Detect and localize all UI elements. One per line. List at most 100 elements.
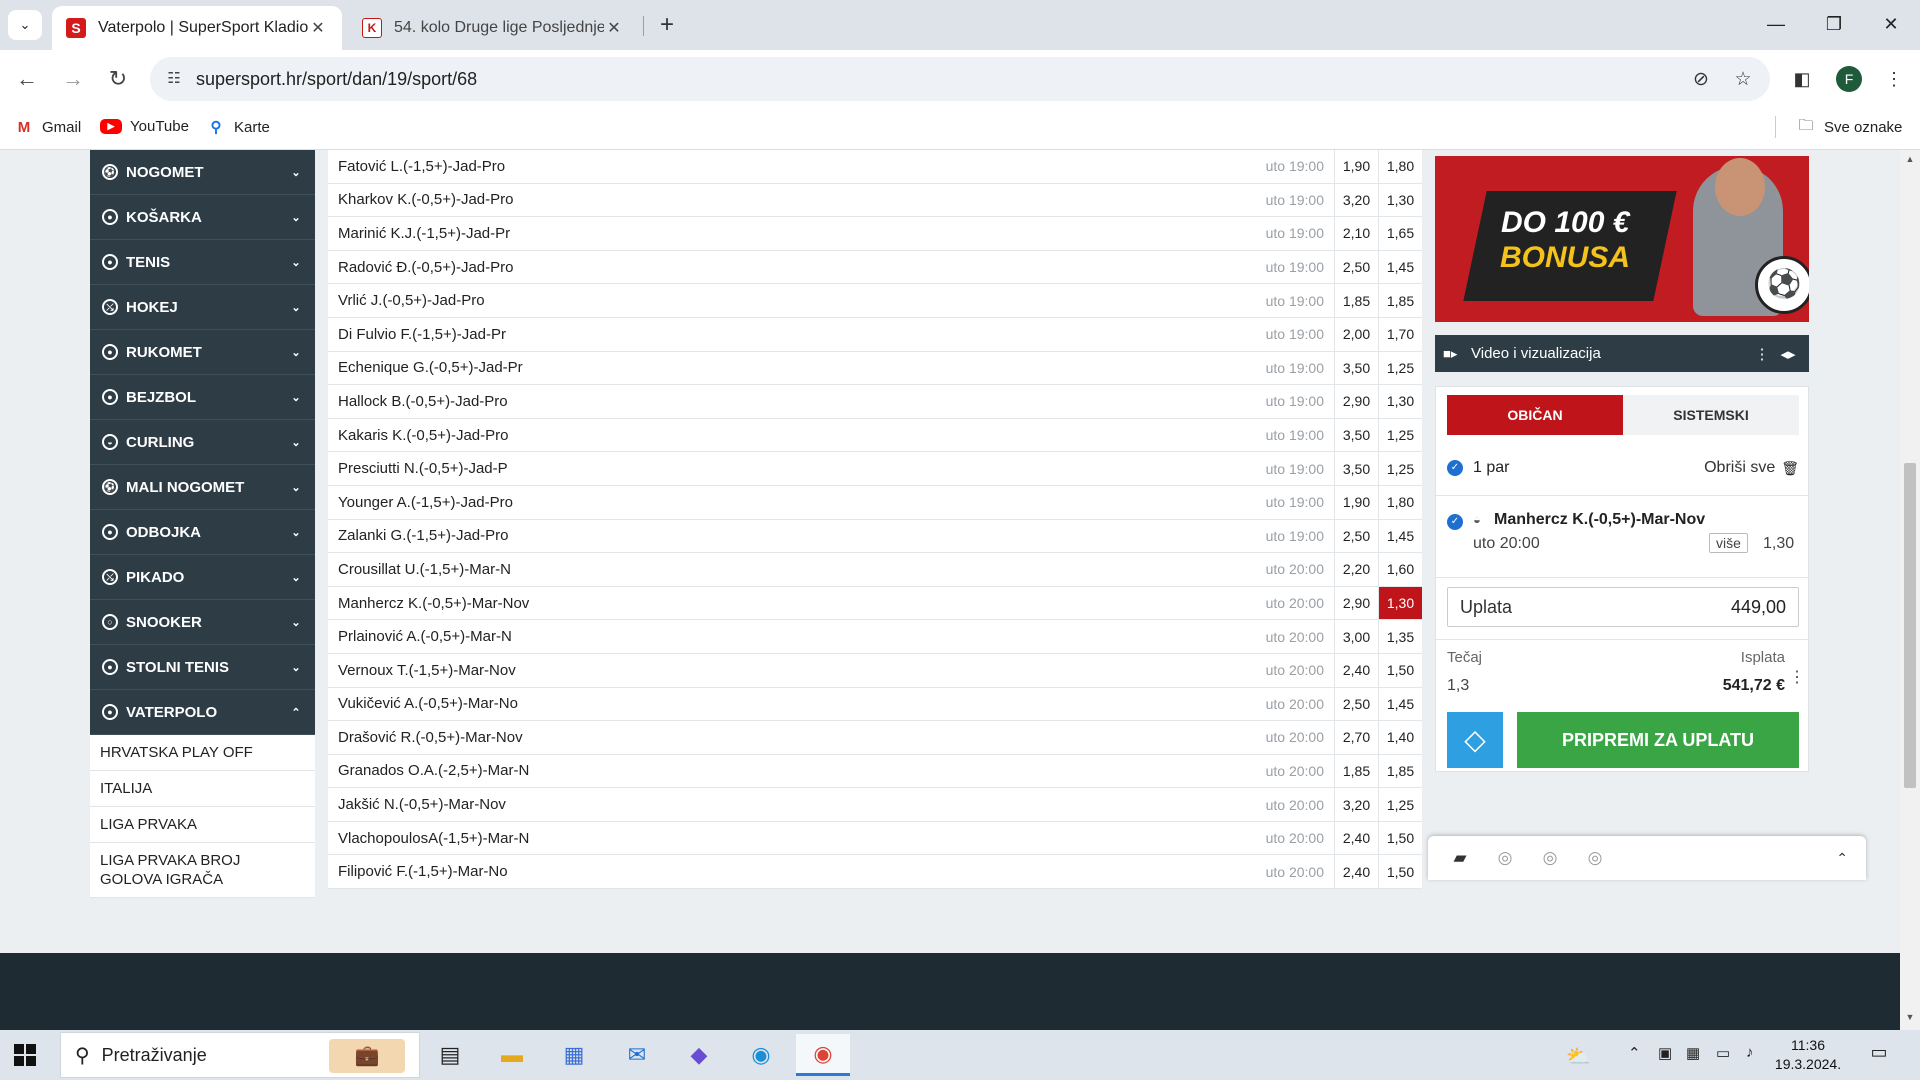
store-icon[interactable]: ▦ [547,1034,601,1076]
chat-icon[interactable]: ▰ [1446,848,1474,868]
video-menu-icon[interactable]: ⋮ [1749,345,1775,363]
odd-under-button[interactable]: 1,90 [1334,150,1378,183]
sidebar-subitem[interactable]: ITALIJA [90,771,315,807]
chrome-icon[interactable]: ◉ [796,1034,850,1076]
sidebar-subitem[interactable]: LIGA PRVAKA [90,807,315,843]
stake-input[interactable]: Uplata 449,00 [1447,587,1799,627]
odd-under-button[interactable]: 1,85 [1334,284,1378,317]
scroll-up-icon[interactable]: ▲ [1900,154,1920,170]
tennis-icon[interactable]: ◎ [1581,848,1609,868]
odd-under-button[interactable]: 2,70 [1334,721,1378,754]
tab-supersport[interactable]: S Vaterpolo | SuperSport Kladioni ✕ [52,6,342,50]
odd-over-button[interactable]: 1,25 [1378,452,1422,485]
odd-under-button[interactable]: 2,90 [1334,586,1378,620]
odd-under-button[interactable]: 2,50 [1334,687,1378,721]
odd-under-button[interactable]: 2,40 [1334,821,1378,855]
sidebar-item-snooker[interactable]: ○ SNOOKER ⌄ [90,600,315,645]
sidebar-subitem[interactable]: LIGA PRVAKA BROJ GOLOVA IGRAČA [90,843,315,898]
volume-icon[interactable]: ♪ [1746,1044,1754,1061]
forward-button[interactable]: → [58,64,88,94]
more-options-icon[interactable]: ⋮ [1789,667,1805,687]
chevron-up-icon[interactable]: ⌃ [1836,850,1848,867]
bonus-banner[interactable]: DO 100 € BONUSA ⚽ [1435,156,1809,322]
odd-over-button[interactable]: 1,45 [1378,519,1422,553]
ticket-icon[interactable]: ◇ [1447,712,1503,768]
odd-over-button[interactable]: 1,50 [1378,653,1422,687]
task-view-icon[interactable]: ▤ [423,1034,477,1076]
odd-over-button[interactable]: 1,25 [1378,788,1422,821]
sidebar-item-vaterpolo[interactable]: ● VATERPOLO ⌃ [90,690,315,735]
odd-under-button[interactable]: 1,90 [1334,485,1378,519]
bookmark-star-icon[interactable]: ☆ [1730,67,1756,93]
odd-under-button[interactable]: 3,50 [1334,418,1378,452]
odd-over-button[interactable]: 1,25 [1378,418,1422,452]
odd-over-button[interactable]: 1,45 [1378,250,1422,284]
stake-value[interactable]: 449,00 [1731,597,1786,618]
odd-under-button[interactable]: 3,50 [1334,452,1378,485]
sidebar-item-rukomet[interactable]: ● RUKOMET ⌄ [90,330,315,375]
odd-under-button[interactable]: 2,20 [1334,553,1378,586]
meet-icon[interactable]: ▣ [1658,1044,1672,1062]
odd-under-button[interactable]: 2,00 [1334,317,1378,351]
browser-menu-icon[interactable]: ⋮ [1880,65,1908,93]
restore-button[interactable]: ❐ [1805,0,1863,48]
odd-under-button[interactable]: 2,90 [1334,385,1378,418]
reload-button[interactable]: ↻ [103,64,133,94]
check-icon[interactable]: ✓ [1447,514,1463,530]
odd-over-button[interactable]: 1,85 [1378,754,1422,788]
odd-under-button[interactable]: 2,10 [1334,217,1378,250]
sidebar-item-odbojka[interactable]: ● ODBOJKA ⌄ [90,510,315,555]
taskbar-search[interactable]: ⚲ Pretraživanje 💼 [60,1032,420,1078]
close-tab-icon[interactable]: ✕ [604,18,624,38]
address-bar[interactable]: ☷ supersport.hr/sport/dan/19/sport/68 ⊘ … [150,57,1770,101]
network-icon[interactable]: ▦ [1686,1044,1700,1062]
system-clock[interactable]: 11:36 19.3.2024. [1768,1036,1848,1074]
edge-icon[interactable]: ◉ [734,1034,788,1076]
odd-under-button[interactable]: 2,50 [1334,250,1378,284]
odd-under-button[interactable]: 3,20 [1334,183,1378,217]
sidebar-item-pikado[interactable]: ⤯ PIKADO ⌄ [90,555,315,600]
odd-over-button[interactable]: 1,80 [1378,150,1422,183]
odd-over-button[interactable]: 1,40 [1378,721,1422,754]
back-button[interactable]: ← [12,64,42,94]
all-bookmarks[interactable]: 🗀 Sve oznake [1796,117,1902,136]
sidebar-item-stolni-tenis[interactable]: ● STOLNI TENIS ⌄ [90,645,315,690]
odd-under-button[interactable]: 2,40 [1334,653,1378,687]
odd-under-button[interactable]: 3,20 [1334,788,1378,821]
odd-over-button[interactable]: 1,60 [1378,553,1422,586]
weather-icon[interactable]: ⛅ [1566,1044,1591,1069]
odd-over-button[interactable]: 1,30 [1378,385,1422,418]
new-tab-button[interactable]: + [652,10,682,40]
odd-over-button[interactable]: 1,80 [1378,485,1422,519]
site-info-icon[interactable]: ☷ [164,69,184,89]
chevron-up-icon[interactable]: ⌃ [1628,1044,1641,1062]
scroll-thumb[interactable] [1904,463,1916,788]
url-text[interactable]: supersport.hr/sport/dan/19/sport/68 [196,69,477,90]
page-scrollbar[interactable]: ▲ ▼ [1900,150,1920,1030]
sport-ball-icon[interactable]: ◎ [1491,848,1519,868]
clear-all-button[interactable]: Obriši sve [1704,459,1775,477]
windows-start-icon[interactable] [14,1044,36,1066]
odd-over-button[interactable]: 1,35 [1378,620,1422,653]
sidebar-item-hokej[interactable]: ⤯ HOKEJ ⌄ [90,285,315,330]
odd-over-button[interactable]: 1,65 [1378,217,1422,250]
odd-under-button[interactable]: 3,00 [1334,620,1378,653]
odd-over-button[interactable]: 1,50 [1378,855,1422,889]
odd-under-button[interactable]: 1,85 [1334,754,1378,788]
sidebar-item-tenis[interactable]: ● TENIS ⌄ [90,240,315,285]
odd-over-button[interactable]: 1,25 [1378,351,1422,385]
side-panel-icon[interactable]: ◧ [1788,65,1816,93]
close-window-button[interactable]: ✕ [1862,0,1920,48]
sidebar-item-curling[interactable]: ◒ CURLING ⌄ [90,420,315,465]
odd-under-button[interactable]: 2,40 [1334,855,1378,889]
odd-under-button[interactable]: 2,50 [1334,519,1378,553]
trash-icon[interactable]: 🗑 [1781,460,1799,477]
odd-over-button[interactable]: 1,85 [1378,284,1422,317]
battery-icon[interactable]: ▭ [1716,1044,1730,1062]
sidebar-item-mali-nogomet[interactable]: ⚽ MALI NOGOMET ⌄ [90,465,315,510]
sidebar-item-bejzbol[interactable]: ● BEJZBOL ⌄ [90,375,315,420]
odd-under-button[interactable]: 3,50 [1334,351,1378,385]
tab-single-bet[interactable]: OBIČAN [1447,395,1623,435]
file-explorer-icon[interactable]: ▬ [485,1034,539,1076]
sidebar-subitem[interactable]: HRVATSKA PLAY OFF [90,735,315,771]
